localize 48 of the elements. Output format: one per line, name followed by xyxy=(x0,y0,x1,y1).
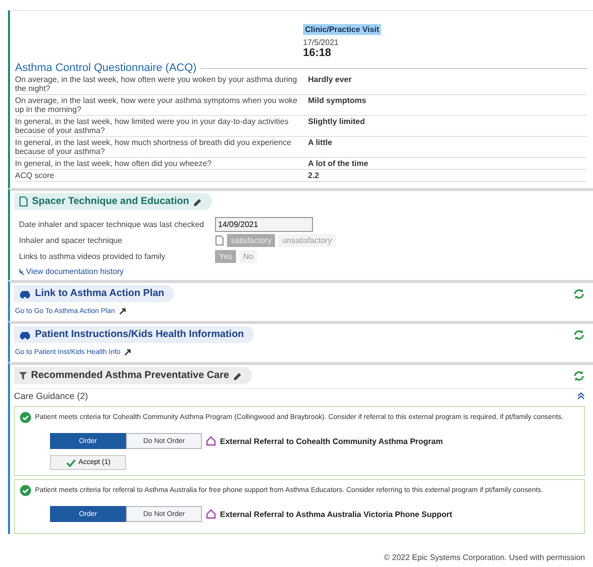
section-header: Link to Asthma Action Plan xyxy=(14,285,174,302)
external-link-icon xyxy=(118,307,126,315)
section-header: Recommended Asthma Preventative Care xyxy=(14,367,252,384)
car-icon xyxy=(19,288,31,298)
field-label: Inhaler and spacer technique xyxy=(19,236,124,244)
answer-text: 2.2 xyxy=(308,171,320,180)
order-name: External Referral to Asthma Australia Victoria Phone Support xyxy=(220,510,452,518)
refresh-icon xyxy=(573,370,585,382)
visit-time: 16:18 xyxy=(303,47,332,59)
section-header: Patient Instructions/Kids Health Information xyxy=(14,326,254,343)
answer-text: Hardly ever xyxy=(308,75,352,86)
history-icon xyxy=(19,268,25,275)
visit-type: Clinic/Practice Visit xyxy=(303,24,382,35)
pencil-icon xyxy=(233,370,242,381)
question-text: In general, in the last week, how limited were you in your day-to-day activities because of your asthma? xyxy=(15,117,290,135)
credit-text: © 2022 Epic Systems Corporation. Used with permission xyxy=(384,553,585,562)
answer-text: A little xyxy=(308,138,332,149)
pencil-icon xyxy=(193,196,202,207)
answer-text: Slightly limited xyxy=(308,117,365,128)
question-text: In general, in the last week, how much shortness of breath did you experience because of your asthma? xyxy=(15,138,292,156)
section-header: Spacer Technique and Education xyxy=(14,193,212,210)
question-text: On average, in the last week, how were your asthma symptoms when you woke up in the morning? xyxy=(15,96,298,114)
document-icon xyxy=(19,196,28,207)
external-link-icon xyxy=(123,348,132,356)
checkmark-icon xyxy=(66,458,76,466)
field-label: Links to asthma videos provided to family xyxy=(19,252,166,260)
refresh-icon xyxy=(573,328,585,340)
question-text: On average, in the last week, how often were you woken by your asthma during the night? xyxy=(15,75,298,93)
refresh-icon xyxy=(573,288,585,300)
history-link[interactable]: View documentation history xyxy=(19,267,585,276)
question-text: ACQ score xyxy=(15,171,56,180)
answer-text: A lot of the time xyxy=(308,159,368,168)
house-icon xyxy=(206,509,216,519)
car-icon xyxy=(19,330,31,340)
check-circle-icon xyxy=(20,485,31,496)
filter-icon xyxy=(19,371,27,380)
section-title: Asthma Control Questionnaire (ACQ) xyxy=(15,62,197,74)
visit-date: 17/5/2021 xyxy=(303,38,340,47)
date-field[interactable]: 14/09/2021 xyxy=(215,216,313,232)
house-icon xyxy=(206,436,216,446)
document-icon xyxy=(215,234,224,246)
collapse-icon xyxy=(577,392,585,400)
guidance-title: Care Guidance (2) xyxy=(14,391,88,401)
question-text: In general, in the last week, how often did you wheeze? xyxy=(15,159,213,168)
order-name: External Referral to Cohealth Community Asthma Program xyxy=(220,436,443,446)
field-label: Date inhaler and spacer technique was last checked xyxy=(19,220,205,228)
answer-text: Mild symptoms xyxy=(308,96,366,107)
check-circle-icon xyxy=(20,412,31,423)
